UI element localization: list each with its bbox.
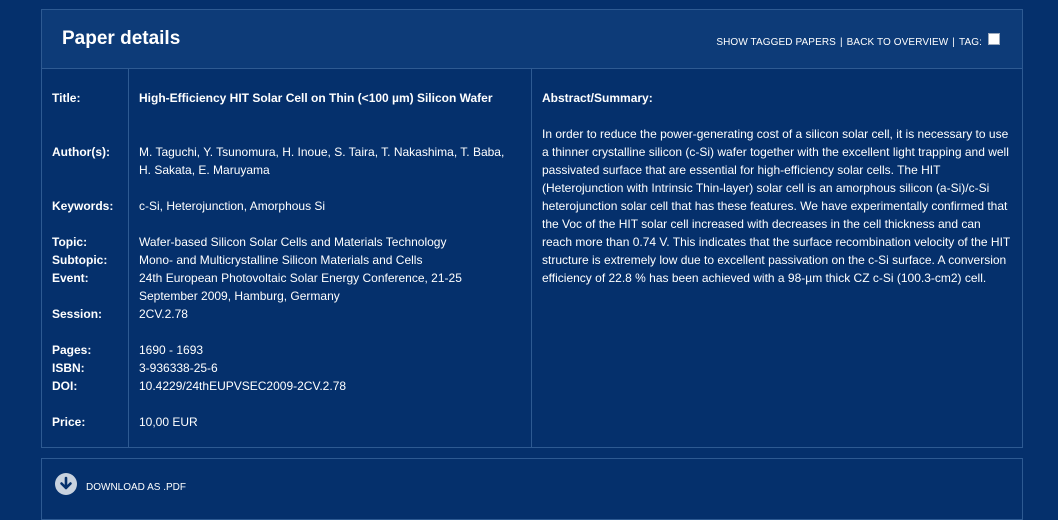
isbn-label: ISBN: xyxy=(52,361,85,375)
keywords-value: c-Si, Heterojunction, Amorphous Si xyxy=(139,199,326,213)
abstract-text: In order to reduce the power-generating … xyxy=(542,127,1011,285)
pages-value: 1690 - 1693 xyxy=(139,343,204,357)
keywords-label: Keywords: xyxy=(52,199,114,213)
authors-label: Author(s): xyxy=(52,145,110,159)
abstract-heading: Abstract/Summary: xyxy=(542,91,653,105)
price-value: 10,00 EUR xyxy=(139,415,198,429)
download-bar: DOWNLOAD AS .PDF xyxy=(41,458,1023,520)
event-label: Event: xyxy=(52,271,89,285)
authors-value: M. Taguchi, Y. Tsunomura, H. Inoue, S. T… xyxy=(139,145,505,177)
show-tagged-papers-link[interactable]: SHOW TAGGED PAPERS xyxy=(716,37,836,48)
event-value: 24th European Photovoltaic Solar Energy … xyxy=(139,271,462,303)
isbn-value: 3-936338-25-6 xyxy=(139,361,218,375)
topic-value: Wafer-based Silicon Solar Cells and Mate… xyxy=(139,235,447,249)
subtopic-value: Mono- and Multicrystalline Silicon Mater… xyxy=(139,253,423,267)
topic-label: Topic: xyxy=(52,235,88,249)
header-links: SHOW TAGGED PAPERS | BACK TO OVERVIEW | … xyxy=(716,33,1000,48)
tag-label: TAG: xyxy=(959,36,982,48)
back-to-overview-link[interactable]: BACK TO OVERVIEW xyxy=(847,37,949,48)
doi-label: DOI: xyxy=(52,379,78,393)
page-title: Paper details xyxy=(62,28,181,49)
abstract-column: Abstract/Summary: In order to reduce the… xyxy=(532,69,1022,447)
price-label: Price: xyxy=(52,415,86,429)
session-label: Session: xyxy=(52,307,103,321)
download-pdf-link[interactable]: DOWNLOAD AS .PDF xyxy=(86,482,186,493)
panel-header: Paper details SHOW TAGGED PAPERS | BACK … xyxy=(42,10,1022,69)
paper-details-panel: Paper details SHOW TAGGED PAPERS | BACK … xyxy=(41,9,1023,448)
title-label: Title: xyxy=(52,91,81,105)
link-separator: | xyxy=(839,36,843,48)
details-labels-column: Title: Author(s): Keywords: Topic: Subto… xyxy=(42,69,129,447)
doi-value: 10.4229/24thEUPVSEC2009-2CV.2.78 xyxy=(139,379,347,393)
session-value: 2CV.2.78 xyxy=(139,307,188,321)
tag-checkbox[interactable] xyxy=(988,33,1000,45)
paper-title: High-Efficiency HIT Solar Cell on Thin (… xyxy=(139,91,493,105)
link-separator: | xyxy=(952,36,955,48)
download-arrow-icon[interactable] xyxy=(55,473,77,495)
details-values-column: High-Efficiency HIT Solar Cell on Thin (… xyxy=(129,69,532,447)
pages-label: Pages: xyxy=(52,343,92,357)
subtopic-label: Subtopic: xyxy=(52,253,108,267)
